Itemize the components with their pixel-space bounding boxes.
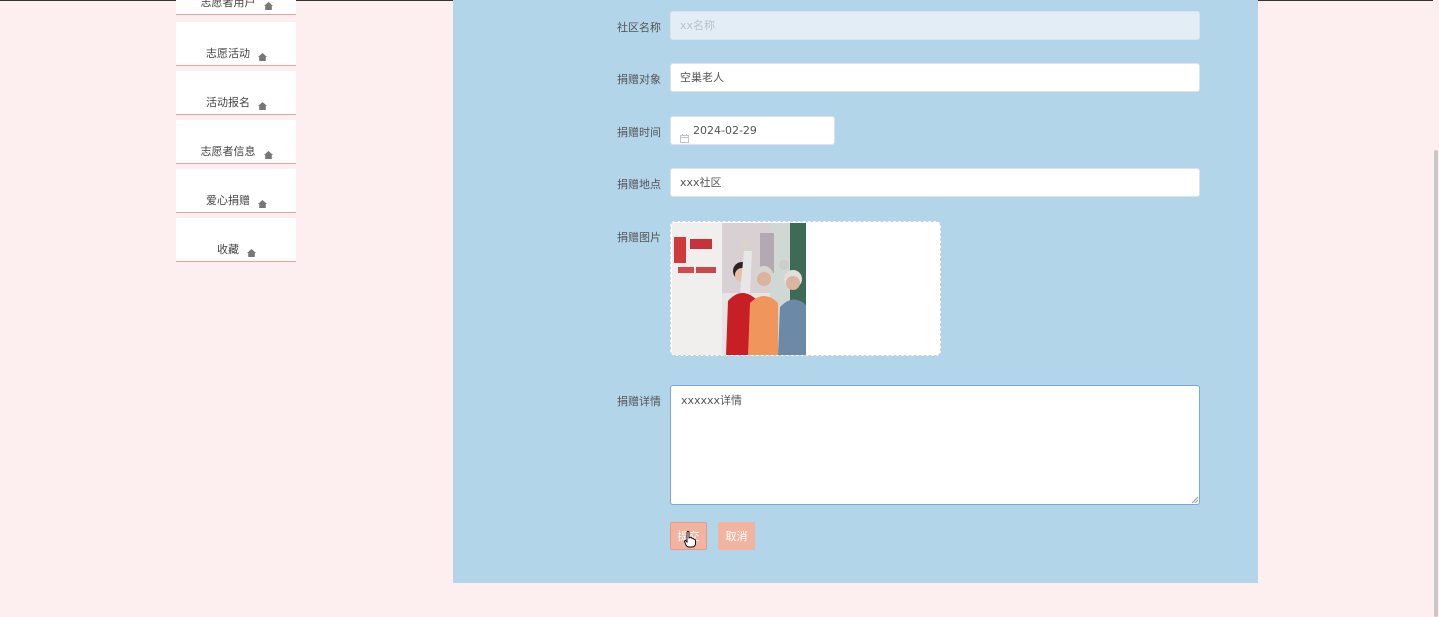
home-icon [263, 2, 273, 10]
sidebar-item-label: 活动报名 [206, 96, 250, 109]
sidebar-item-volunteer-activity[interactable]: 志愿活动 [176, 22, 296, 66]
home-icon [258, 102, 267, 110]
donation-target-input[interactable]: 空巢老人 [670, 63, 1200, 92]
donation-target-label: 捐赠对象 [617, 73, 661, 86]
donation-place-input[interactable]: xxx社区 [670, 168, 1200, 197]
sidebar-item-label: 志愿者信息 [200, 145, 256, 158]
donation-time-picker[interactable]: 2024-02-29 [670, 116, 835, 145]
hand-cursor-icon [684, 531, 696, 548]
sidebar-item-volunteer-users[interactable]: 志愿者用户 [176, 0, 296, 15]
community-name-input[interactable]: xx名称 [670, 11, 1200, 40]
scrollbar-thumb[interactable] [1434, 150, 1438, 617]
home-icon [258, 53, 267, 61]
donation-detail-label: 捐赠详情 [617, 395, 661, 408]
resize-grip-icon[interactable] [1191, 496, 1198, 503]
donation-place-label: 捐赠地点 [617, 178, 661, 191]
donation-place-value: xxx社区 [680, 176, 722, 189]
home-icon [258, 200, 267, 208]
donation-form-panel: 社区名称 xx名称 捐赠对象 空巢老人 捐赠时间 2024-02-29 捐赠地点… [453, 0, 1258, 583]
sidebar-item-label: 志愿活动 [206, 47, 250, 60]
sidebar-item-label: 爱心捐赠 [206, 194, 250, 207]
home-icon [247, 249, 256, 257]
donation-time-label: 捐赠时间 [617, 126, 661, 139]
sidebar-item-favorites[interactable]: 收藏 [176, 218, 296, 262]
donation-time-value: 2024-02-29 [693, 124, 757, 137]
donation-detail-textarea[interactable]: xxxxxx详情 [670, 385, 1200, 505]
donation-image-label: 捐赠图片 [617, 231, 661, 244]
sidebar-item-volunteer-info[interactable]: 志愿者信息 [176, 120, 296, 164]
sidebar-item-label: 志愿者用户 [200, 0, 256, 9]
calendar-icon [680, 126, 689, 153]
community-name-label: 社区名称 [617, 21, 661, 34]
community-name-placeholder: xx名称 [680, 19, 716, 32]
sidebar-item-label: 收藏 [217, 243, 239, 256]
sidebar-item-donation[interactable]: 爱心捐赠 [176, 169, 296, 213]
sidebar-item-activity-signup[interactable]: 活动报名 [176, 71, 296, 115]
donation-photo [672, 223, 806, 355]
image-uploader[interactable] [670, 221, 941, 356]
cancel-button[interactable]: 取消 [718, 522, 755, 550]
home-icon [263, 151, 273, 159]
donation-detail-value: xxxxxx详情 [681, 394, 743, 407]
donation-target-value: 空巢老人 [680, 71, 724, 84]
